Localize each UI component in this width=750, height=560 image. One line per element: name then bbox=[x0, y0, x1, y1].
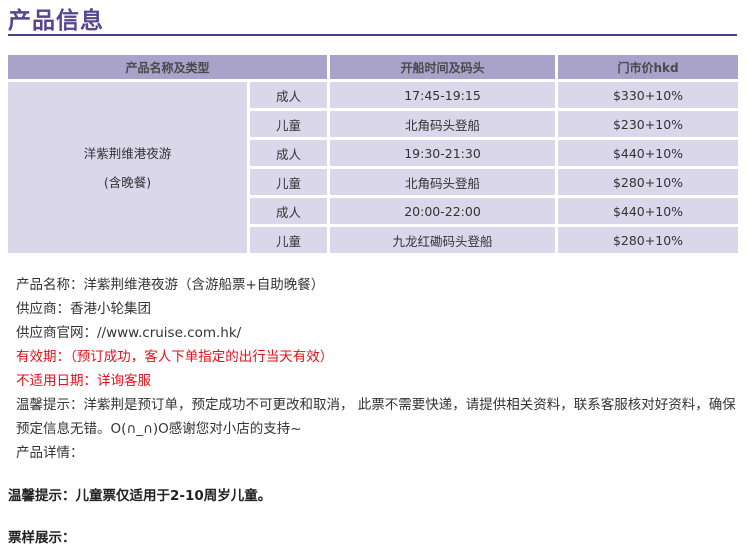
ticket-sample-heading: 票样展示： bbox=[8, 530, 76, 546]
info-details-label: 产品详情： bbox=[16, 445, 84, 461]
child-ticket-notice: 温馨提示：儿童票仅适用于2-10周岁儿童。 bbox=[8, 488, 272, 504]
departure-cell: 19:30-21:30 bbox=[330, 140, 555, 166]
table-row: 洋紫荆维港夜游 (含晚餐) 成人 17:45-19:15 $330+10% bbox=[8, 82, 738, 253]
departure-cell: 北角码头登船 bbox=[330, 111, 555, 137]
price-cell: $440+10% bbox=[558, 140, 738, 166]
ticket-type-cell: 儿童 bbox=[250, 227, 327, 253]
departure-cell: 20:00-22:00 bbox=[330, 198, 555, 224]
header-product-name-type: 产品名称及类型 bbox=[8, 55, 327, 79]
ticket-type-cell: 成人 bbox=[250, 198, 327, 224]
price-cell: $230+10% bbox=[558, 111, 738, 137]
header-departure-time-pier: 开船时间及码头 bbox=[330, 55, 555, 79]
info-validity: 有效期：（预订成功，客人下单指定的出行当天有效） bbox=[16, 349, 334, 365]
ticket-type-cell: 儿童 bbox=[250, 111, 327, 137]
product-info: 产品名称：洋紫荆维港夜游（含游船票+自助晚餐） 供应商：香港小轮集团 供应商官网… bbox=[16, 273, 736, 465]
product-name: 洋紫荆维港夜游 bbox=[83, 145, 172, 161]
info-supplier: 供应商：香港小轮集团 bbox=[16, 301, 151, 317]
price-cell: $330+10% bbox=[558, 82, 738, 108]
product-name-note: (含晚餐) bbox=[103, 174, 152, 190]
ticket-type-cell: 成人 bbox=[250, 140, 327, 166]
departure-cell: 九龙红磡码头登船 bbox=[330, 227, 555, 253]
product-name-cell: 洋紫荆维港夜游 (含晚餐) bbox=[8, 82, 247, 253]
title-bar: 产品信息 bbox=[8, 0, 737, 36]
price-table: 产品名称及类型 开船时间及码头 门市价hkd 洋紫荆维港夜游 (含晚餐) 成人 … bbox=[5, 52, 741, 256]
info-product-name: 产品名称：洋紫荆维港夜游（含游船票+自助晚餐） bbox=[16, 277, 325, 293]
price-cell: $440+10% bbox=[558, 198, 738, 224]
info-tips: 温馨提示：洋紫荆是预订单，预定成功不可更改和取消， 此票不需要快递，请提供相关资… bbox=[16, 397, 736, 437]
departure-cell: 17:45-19:15 bbox=[330, 82, 555, 108]
ticket-type-cell: 儿童 bbox=[250, 169, 327, 195]
info-website: 供应商官网：//www.cruise.com.hk/ bbox=[16, 325, 242, 341]
price-cell: $280+10% bbox=[558, 227, 738, 253]
price-cell: $280+10% bbox=[558, 169, 738, 195]
departure-cell: 北角码头登船 bbox=[330, 169, 555, 195]
table-header-row: 产品名称及类型 开船时间及码头 门市价hkd bbox=[8, 55, 738, 79]
ticket-type-cell: 成人 bbox=[250, 82, 327, 108]
info-not-applicable-dates: 不适用日期：详询客服 bbox=[16, 373, 151, 389]
header-retail-price: 门市价hkd bbox=[558, 55, 738, 79]
page-title: 产品信息 bbox=[8, 8, 104, 34]
